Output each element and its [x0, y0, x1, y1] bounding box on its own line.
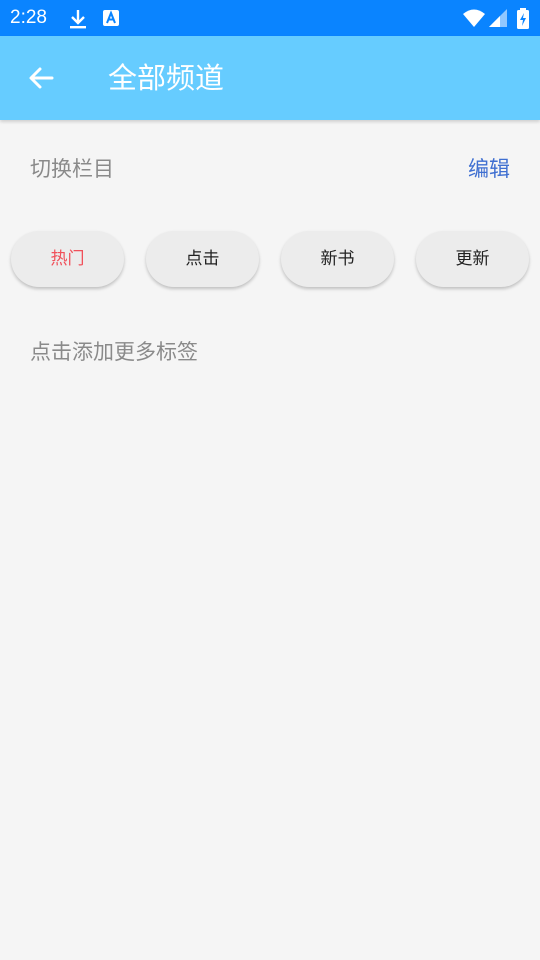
section-title: 切换栏目 [30, 157, 114, 181]
battery-icon [517, 8, 529, 29]
download-icon [70, 10, 86, 29]
wifi-icon [463, 9, 485, 27]
channel-chip-hot[interactable]: 热门 [11, 231, 124, 287]
add-tags-hint: 点击添加更多标签 [30, 340, 198, 364]
channel-chip-updates[interactable]: 更新 [416, 231, 529, 287]
page-title: 全部频道 [108, 61, 225, 95]
app-bar: 全部频道 [0, 36, 540, 120]
edit-button[interactable]: 编辑 [468, 154, 510, 184]
arrow-left-icon [29, 67, 54, 89]
channel-chip-new-books[interactable]: 新书 [281, 231, 394, 287]
signal-icon [489, 9, 507, 27]
status-bar: 2:28 [0, 0, 540, 36]
a-notification-icon [103, 10, 119, 26]
status-time: 2:28 [10, 7, 47, 28]
channel-chip-clicks[interactable]: 点击 [146, 231, 259, 287]
back-button[interactable] [22, 58, 62, 98]
